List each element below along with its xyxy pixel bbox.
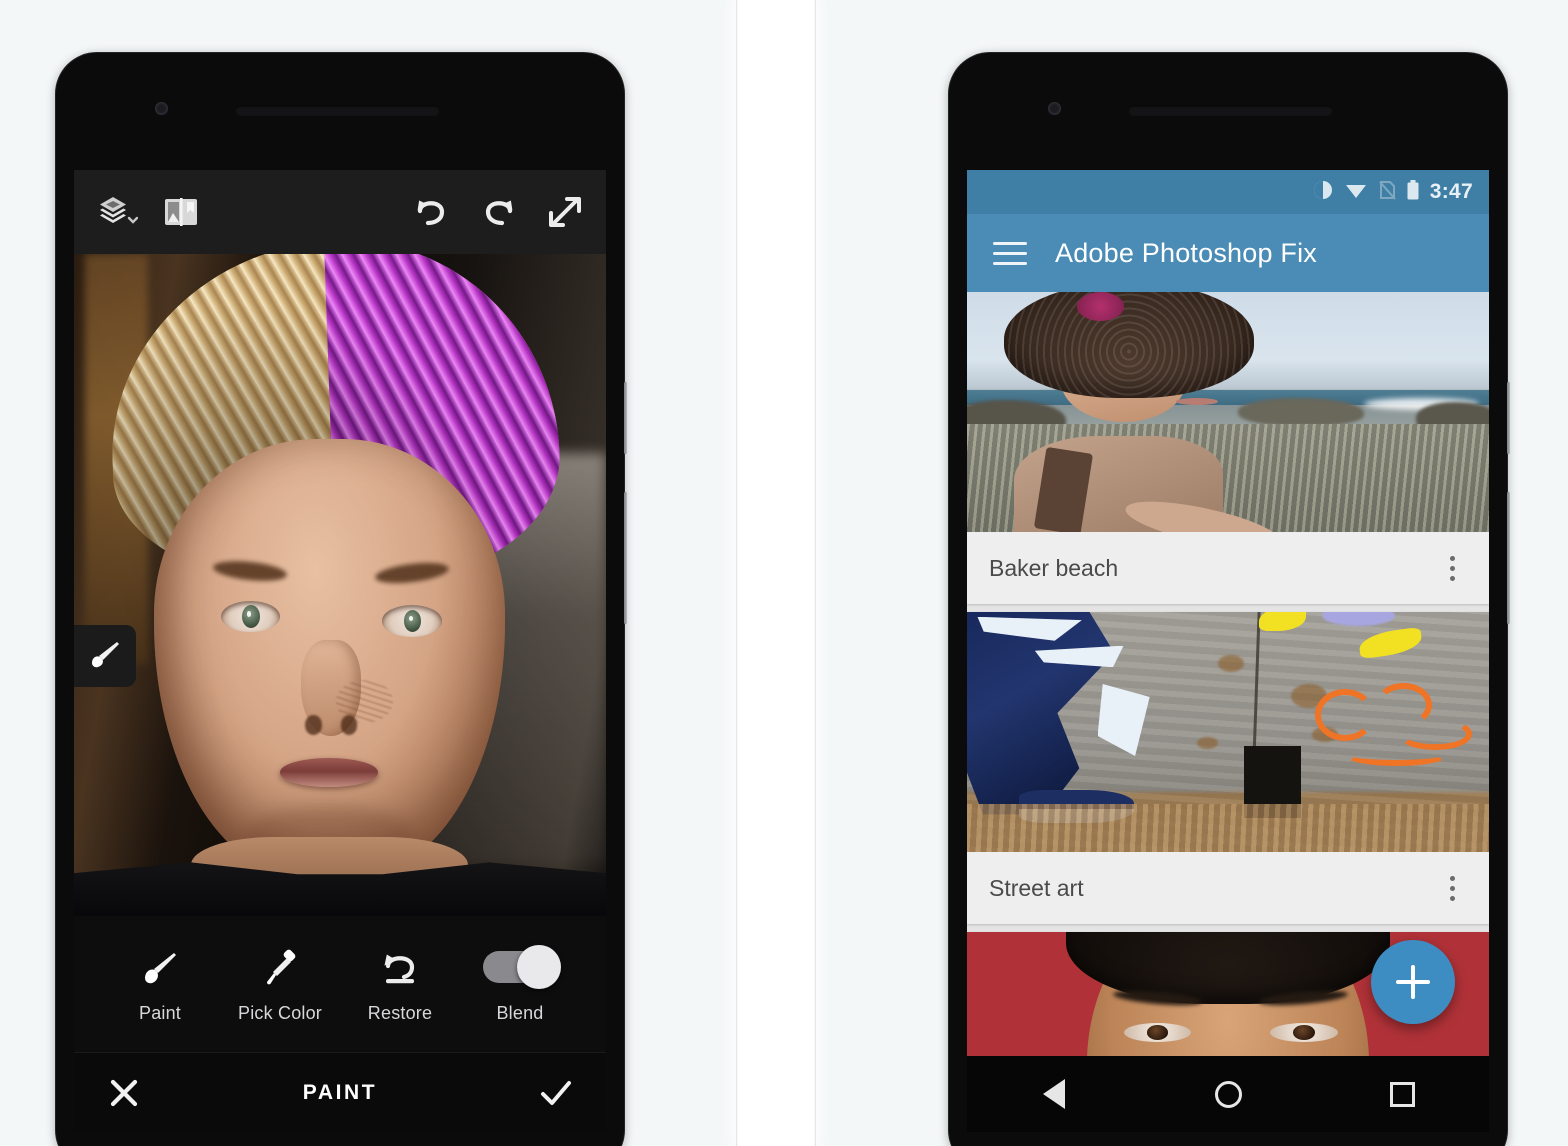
add-project-button[interactable]	[1371, 940, 1455, 1024]
project-row: Baker beach	[967, 532, 1489, 604]
paintbrush-icon[interactable]	[74, 624, 136, 687]
power-button[interactable]	[1507, 382, 1510, 454]
earpiece-speaker	[1128, 105, 1333, 116]
editor-action-bar: PAINT	[74, 1052, 606, 1132]
tool-label: Restore	[367, 1002, 433, 1023]
project-row: Street art	[967, 852, 1489, 924]
checkmark-icon[interactable]	[534, 1078, 578, 1108]
plus-icon	[1396, 980, 1430, 984]
earpiece-speaker	[235, 105, 440, 116]
power-button[interactable]	[624, 382, 627, 454]
eye-left	[220, 601, 281, 633]
panel-divider	[737, 0, 816, 1146]
project-thumbnail[interactable]	[967, 612, 1489, 852]
paintbrush-icon	[140, 945, 180, 989]
nav-recents-square-icon[interactable]	[1367, 1081, 1437, 1107]
close-x-icon[interactable]	[102, 1078, 146, 1108]
editor-tool-row: Paint Pick Color Restore Blend	[74, 916, 606, 1052]
nav-home-circle-icon[interactable]	[1193, 1080, 1263, 1108]
subject-face	[153, 439, 505, 877]
before-after-image-icon[interactable]	[164, 197, 198, 227]
status-bar-clock: 3:47	[1429, 180, 1473, 203]
tool-paint[interactable]: Paint	[104, 945, 216, 1024]
app-bar: Adobe Photoshop Fix	[967, 214, 1489, 292]
blend-toggle[interactable]	[483, 944, 561, 989]
editor-toolbar	[74, 170, 606, 254]
page-title: Adobe Photoshop Fix	[1055, 237, 1317, 268]
screenshot-stage: Paint Pick Color Restore Blend PAINT 3:4…	[0, 0, 1568, 1146]
eye-right	[382, 605, 442, 637]
project-label: Baker beach	[989, 554, 1119, 581]
no-sim-icon	[1378, 180, 1396, 205]
android-nav-bar	[967, 1056, 1489, 1132]
battery-icon	[1406, 179, 1420, 206]
tool-label: Paint	[138, 1002, 182, 1023]
project-list[interactable]: Baker beach Street art	[967, 292, 1489, 1056]
phone-left: Paint Pick Color Restore Blend PAINT	[55, 52, 627, 1146]
project-gallery: 3:47 Adobe Photoshop Fix Baker beach Str…	[967, 170, 1489, 1132]
nav-back-triangle-icon[interactable]	[1019, 1079, 1089, 1109]
volume-button[interactable]	[1507, 492, 1510, 624]
toggle-knob	[517, 944, 561, 989]
mouth	[280, 758, 379, 787]
tool-label: Pick Color	[237, 1002, 323, 1023]
phone-bezel-top	[55, 52, 625, 170]
restore-undo-icon	[379, 945, 421, 989]
tool-blend[interactable]: Blend	[464, 944, 576, 1024]
volume-button[interactable]	[624, 492, 627, 624]
eyebrow-right	[374, 559, 450, 587]
project-label: Street art	[989, 874, 1084, 901]
redo-icon[interactable]	[480, 196, 518, 228]
project-thumbnail[interactable]	[967, 292, 1489, 532]
phone-bezel-top	[948, 52, 1508, 170]
front-camera-icon	[1048, 102, 1061, 115]
tool-restore[interactable]: Restore	[344, 945, 456, 1024]
layers-chevron-icon[interactable]	[98, 195, 138, 229]
hamburger-menu-icon[interactable]	[993, 241, 1027, 265]
list-item[interactable]: Street art	[967, 612, 1489, 924]
kebab-menu-icon[interactable]	[1437, 870, 1467, 907]
do-not-disturb-icon	[1312, 179, 1334, 206]
expand-fullscreen-icon[interactable]	[548, 195, 582, 229]
undo-icon[interactable]	[412, 196, 450, 228]
toggle-switch[interactable]	[483, 944, 561, 989]
wifi-icon	[1344, 180, 1368, 205]
tool-pick-color[interactable]: Pick Color	[224, 945, 336, 1024]
phone-left-screen: Paint Pick Color Restore Blend PAINT	[74, 170, 606, 1132]
tool-label: Blend	[496, 1002, 544, 1023]
phone-right: 3:47 Adobe Photoshop Fix Baker beach Str…	[948, 52, 1510, 1146]
eyebrow-left	[212, 557, 288, 584]
front-camera-icon	[155, 102, 168, 115]
kebab-menu-icon[interactable]	[1437, 550, 1467, 587]
android-status-bar: 3:47	[967, 170, 1489, 214]
editor-canvas[interactable]	[74, 254, 606, 916]
paint-editor: Paint Pick Color Restore Blend PAINT	[74, 170, 606, 1132]
phone-right-screen: 3:47 Adobe Photoshop Fix Baker beach Str…	[967, 170, 1489, 1132]
cheek-wrinkles	[336, 679, 393, 724]
eyedropper-icon	[260, 945, 300, 989]
action-bar-title: PAINT	[302, 1080, 378, 1104]
list-item[interactable]: Baker beach	[967, 292, 1489, 604]
